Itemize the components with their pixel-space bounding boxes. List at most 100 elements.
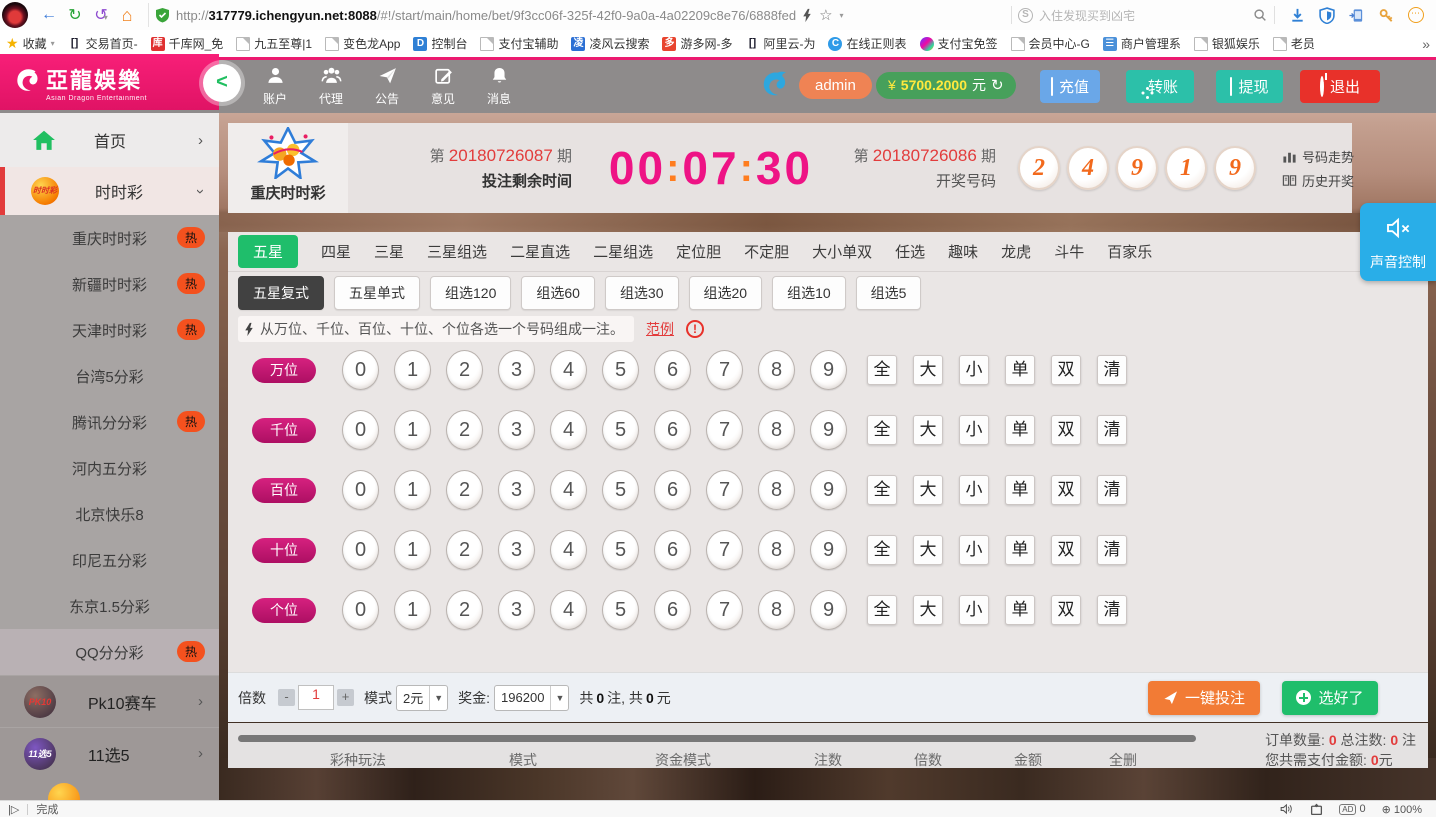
- digit-ball[interactable]: 4: [550, 590, 587, 630]
- bet-tab[interactable]: 二星直选: [510, 241, 570, 262]
- quick-button[interactable]: 小: [959, 415, 989, 445]
- digit-ball[interactable]: 9: [810, 530, 847, 570]
- bookmark-item[interactable]: 变色龙App: [325, 35, 400, 52]
- quick-button[interactable]: 小: [959, 595, 989, 625]
- bookmark-item[interactable]: 支付宝辅助: [480, 35, 558, 52]
- bookmark-item[interactable]: C在线正则表: [828, 35, 906, 52]
- status-ad-filter[interactable]: AD 0: [1339, 803, 1365, 815]
- quick-button[interactable]: 全: [867, 415, 897, 445]
- header-nav-user[interactable]: 账户: [252, 65, 298, 107]
- quick-button[interactable]: 清: [1097, 595, 1127, 625]
- digit-ball[interactable]: 8: [758, 470, 795, 510]
- digit-ball[interactable]: 7: [706, 350, 743, 390]
- digit-ball[interactable]: 2: [446, 410, 483, 450]
- refresh-balance-icon[interactable]: ↻: [991, 72, 1004, 99]
- username-badge[interactable]: admin: [799, 72, 872, 99]
- quick-button[interactable]: 双: [1051, 595, 1081, 625]
- bet-subtab[interactable]: 组选60: [521, 276, 595, 310]
- quick-button[interactable]: 清: [1097, 535, 1127, 565]
- bet-subtab[interactable]: 组选30: [605, 276, 679, 310]
- history-link[interactable]: 历史开奖: [1282, 171, 1354, 190]
- sidebar-item-home[interactable]: 首页 ›: [0, 113, 219, 167]
- digit-ball[interactable]: 9: [810, 590, 847, 630]
- digit-ball[interactable]: 3: [498, 350, 535, 390]
- sidebar-item[interactable]: 台湾5分彩: [0, 353, 219, 399]
- digit-ball[interactable]: 7: [706, 470, 743, 510]
- refresh-icon[interactable]: ↻: [62, 5, 88, 25]
- quick-button[interactable]: 单: [1005, 475, 1035, 505]
- bet-subtab[interactable]: 五星单式: [334, 276, 420, 310]
- digit-ball[interactable]: 0: [342, 590, 379, 630]
- digit-ball[interactable]: 3: [498, 530, 535, 570]
- sidebar-item[interactable]: 东京1.5分彩: [0, 583, 219, 629]
- bet-tab[interactable]: 三星组选: [427, 241, 487, 262]
- bet-tab[interactable]: 任选: [895, 241, 925, 262]
- digit-ball[interactable]: 7: [706, 410, 743, 450]
- digit-ball[interactable]: 7: [706, 530, 743, 570]
- trend-link[interactable]: 号码走势: [1282, 147, 1354, 166]
- bookmark-item[interactable]: 会员中心-G: [1011, 35, 1090, 52]
- one-key-bet-button[interactable]: 一键投注: [1148, 681, 1260, 715]
- search-icon[interactable]: [1252, 7, 1268, 23]
- mode-select[interactable]: 2元▼: [396, 685, 448, 711]
- quick-button[interactable]: 全: [867, 355, 897, 385]
- digit-ball[interactable]: 3: [498, 590, 535, 630]
- sidebar-item-game[interactable]: 11选511选5›: [0, 727, 219, 779]
- sidebar-item-game[interactable]: PK10Pk10赛车›: [0, 675, 219, 727]
- digit-ball[interactable]: 8: [758, 590, 795, 630]
- bookmark-item[interactable]: D控制台: [413, 35, 467, 52]
- header-nav-edit[interactable]: 意见: [420, 65, 466, 107]
- digit-ball[interactable]: 0: [342, 410, 379, 450]
- digit-ball[interactable]: 1: [394, 410, 431, 450]
- quick-button[interactable]: 单: [1005, 355, 1035, 385]
- bet-tab[interactable]: 不定胆: [744, 241, 789, 262]
- sidebar-item[interactable]: 印尼五分彩: [0, 537, 219, 583]
- quick-button[interactable]: 全: [867, 475, 897, 505]
- key-icon[interactable]: [1378, 7, 1395, 24]
- sidebar-item-ssc[interactable]: 时时彩 时时彩 ›: [0, 167, 219, 215]
- bet-tab[interactable]: 龙虎: [1001, 241, 1031, 262]
- browser-menu-icon[interactable]: ⋯: [1408, 7, 1424, 23]
- logo[interactable]: 亞龍娛樂 Asian Dragon Entertainment: [0, 54, 219, 110]
- download-icon[interactable]: [1289, 7, 1306, 24]
- digit-ball[interactable]: 5: [602, 350, 639, 390]
- browser-profile-avatar[interactable]: [2, 2, 28, 28]
- bookmarks-overflow-icon[interactable]: »: [1422, 36, 1430, 52]
- bookmark-item[interactable]: 银狐娱乐: [1194, 35, 1260, 52]
- bookmark-item[interactable]: []阿里云-为: [745, 35, 815, 52]
- multiplier-minus-button[interactable]: -: [278, 689, 295, 706]
- security-shield-icon[interactable]: [1319, 7, 1335, 24]
- digit-ball[interactable]: 0: [342, 470, 379, 510]
- status-speaker-icon[interactable]: [1280, 803, 1294, 815]
- quick-button[interactable]: 单: [1005, 415, 1035, 445]
- quick-button[interactable]: 全: [867, 595, 897, 625]
- digit-ball[interactable]: 8: [758, 350, 795, 390]
- digit-ball[interactable]: 6: [654, 350, 691, 390]
- prize-select[interactable]: 196200▼: [494, 685, 569, 711]
- digit-ball[interactable]: 8: [758, 530, 795, 570]
- action-button-recharge[interactable]: 充值: [1040, 70, 1100, 103]
- favorites-button[interactable]: ★ 收藏 ▾: [6, 35, 55, 52]
- multiplier-plus-button[interactable]: +: [337, 689, 354, 706]
- header-nav-plane[interactable]: 公告: [364, 65, 410, 107]
- quick-button[interactable]: 小: [959, 355, 989, 385]
- quick-button[interactable]: 大: [913, 595, 943, 625]
- quick-button[interactable]: 双: [1051, 535, 1081, 565]
- action-button-transfer[interactable]: 转账: [1126, 70, 1194, 103]
- bet-tab[interactable]: 二星组选: [593, 241, 653, 262]
- bookmark-star-icon[interactable]: ☆: [819, 6, 832, 24]
- quick-button[interactable]: 大: [913, 535, 943, 565]
- sidebar-item[interactable]: QQ分分彩热: [0, 629, 219, 675]
- digit-ball[interactable]: 3: [498, 410, 535, 450]
- bet-tab[interactable]: 大小单双: [812, 241, 872, 262]
- quick-button[interactable]: 清: [1097, 355, 1127, 385]
- digit-ball[interactable]: 5: [602, 530, 639, 570]
- digit-ball[interactable]: 2: [446, 530, 483, 570]
- bet-subtab[interactable]: 组选5: [856, 276, 922, 310]
- bookmark-item[interactable]: ☰商户管理系: [1103, 35, 1181, 52]
- bet-tab[interactable]: 趣味: [948, 241, 978, 262]
- quick-button[interactable]: 清: [1097, 475, 1127, 505]
- digit-ball[interactable]: 6: [654, 590, 691, 630]
- home-icon[interactable]: ⌂: [114, 5, 140, 26]
- quick-button[interactable]: 小: [959, 475, 989, 505]
